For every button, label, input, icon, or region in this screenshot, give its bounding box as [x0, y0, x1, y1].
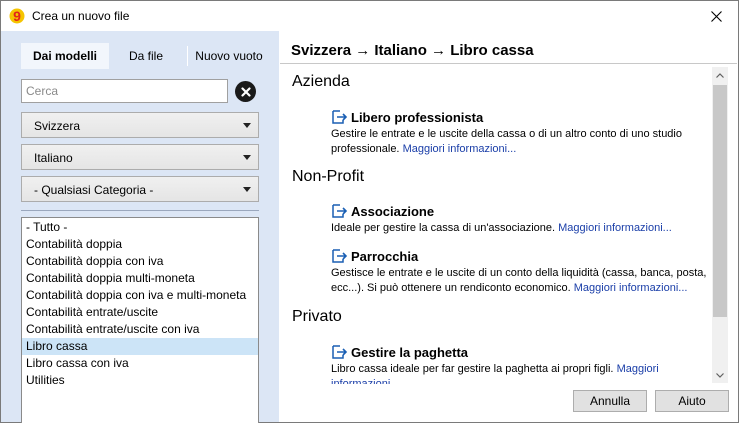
list-item[interactable]: Contabilità doppia con iva e multi-monet… — [22, 287, 258, 304]
title-bar: 9 Crea un nuovo file — [1, 1, 738, 31]
cancel-button[interactable]: Annulla — [573, 390, 647, 412]
section-title: Privato — [292, 308, 342, 325]
banana-logo-icon: 9 — [9, 8, 25, 24]
help-button[interactable]: Aiuto — [655, 390, 729, 412]
template-list: Azienda Libero professionista Gestire le… — [281, 64, 711, 384]
more-info-link[interactable]: Maggiori informazioni... — [558, 222, 672, 234]
open-template-arrow-icon — [332, 110, 348, 124]
template-entry: Associazione Ideale per gestire la cassa… — [331, 202, 711, 236]
template-description: Gestire le entrate e le uscite della cas… — [331, 128, 682, 155]
template-description: Libro cassa ideale per far gestire la pa… — [331, 362, 711, 384]
list-item[interactable]: Contabilità entrate/uscite — [22, 304, 258, 321]
country-select-value: Svizzera — [34, 119, 81, 133]
language-select[interactable]: Italiano — [21, 144, 259, 170]
close-icon — [710, 10, 722, 22]
clear-circle-x-icon — [240, 86, 251, 97]
list-item[interactable]: Contabilità doppia multi-moneta — [22, 270, 258, 287]
search-input[interactable] — [21, 79, 228, 103]
tab-from-templates[interactable]: Dai modelli — [21, 43, 109, 69]
template-title-link[interactable]: Libero professionista — [351, 110, 483, 125]
scroll-up-button[interactable] — [712, 67, 728, 83]
list-item-selected[interactable]: Libro cassa — [22, 338, 258, 355]
open-template-arrow-icon — [332, 249, 348, 263]
more-info-link[interactable]: Maggiori informazioni... — [574, 282, 688, 294]
list-item[interactable]: Utilities — [22, 372, 258, 389]
scroll-down-button[interactable] — [712, 367, 728, 383]
template-description: Gestisce le entrate e le uscite di un co… — [331, 267, 707, 294]
scroll-up-arrow-icon — [716, 72, 724, 78]
chevron-down-icon — [243, 123, 251, 128]
template-description: Ideale per gestire la cassa di un'associ… — [331, 222, 672, 234]
clear-search-button[interactable] — [235, 81, 256, 102]
category-list: - Tutto - Contabilità doppia Contabilità… — [21, 217, 259, 423]
template-entry: Libero professionista Gestire le entrate… — [331, 108, 711, 157]
filter-divider — [21, 210, 259, 211]
scroll-down-arrow-icon — [716, 372, 724, 378]
list-item[interactable]: - Tutto - — [22, 219, 258, 236]
country-select[interactable]: Svizzera — [21, 112, 259, 138]
template-title-link[interactable]: Parrocchia — [351, 249, 418, 264]
section-title: Azienda — [292, 73, 350, 90]
left-pane: Dai modelli Da file Nuovo vuoto Svizzera… — [1, 31, 279, 423]
list-item[interactable]: Contabilità doppia — [22, 236, 258, 253]
more-info-link[interactable]: Maggiori informazioni... — [403, 143, 517, 155]
list-item[interactable]: Contabilità doppia con iva — [22, 253, 258, 270]
category-select[interactable]: - Qualsiasi Categoria - — [21, 176, 259, 202]
section-title: Non-Profit — [292, 168, 365, 185]
list-item[interactable]: Contabilità entrate/uscite con iva — [22, 321, 258, 338]
vertical-scrollbar[interactable] — [712, 67, 728, 383]
tab-from-file[interactable]: Da file — [115, 43, 177, 69]
tab-new-empty[interactable]: Nuovo vuoto — [191, 43, 267, 69]
svg-text:9: 9 — [13, 8, 21, 24]
category-select-value: - Qualsiasi Categoria - — [34, 183, 154, 197]
language-select-value: Italiano — [34, 151, 73, 165]
open-template-arrow-icon — [332, 345, 348, 359]
window-title: Crea un nuovo file — [32, 9, 130, 23]
template-title-link[interactable]: Associazione — [351, 204, 434, 219]
scroll-thumb[interactable] — [713, 85, 727, 317]
template-title-link[interactable]: Gestire la paghetta — [351, 345, 468, 360]
list-item[interactable]: Libro cassa con iva — [22, 355, 258, 372]
close-button[interactable] — [694, 1, 738, 31]
tab-separator — [187, 46, 188, 66]
template-entry: Gestire la paghetta Libro cassa ideale p… — [331, 343, 711, 385]
chevron-down-icon — [243, 155, 251, 160]
open-template-arrow-icon — [332, 204, 348, 218]
chevron-down-icon — [243, 187, 251, 192]
create-new-file-dialog: 9 Crea un nuovo file Dai modelli Da file… — [0, 0, 739, 423]
template-entry: Parrocchia Gestisce le entrate e le usci… — [331, 247, 711, 296]
breadcrumb: Svizzera → Italiano → Libro cassa — [291, 42, 534, 59]
source-tabs: Dai modelli Da file Nuovo vuoto — [21, 43, 266, 69]
